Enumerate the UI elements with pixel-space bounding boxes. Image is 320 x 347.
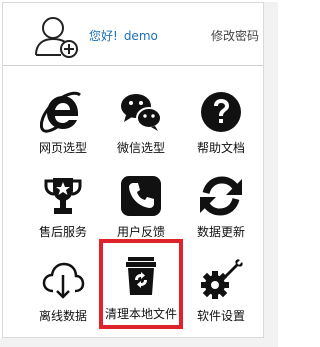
tile-help-docs[interactable]: 帮助文档 (179, 81, 263, 161)
tile-data-update[interactable]: 数据更新 (179, 165, 263, 245)
user-header: 您好! demo 修改密码 (3, 3, 263, 66)
menu-panel: 您好! demo 修改密码 网页选型 微信选型 帮助文档 售后服务 用户反馈 数… (2, 2, 264, 338)
tile-software-settings[interactable]: 软件设置 (179, 249, 263, 329)
tile-wechat-selection[interactable]: 微信选型 (99, 81, 183, 161)
user-add-icon[interactable] (31, 11, 81, 61)
cloud-download-icon (42, 262, 85, 299)
ie-icon (40, 91, 81, 133)
phone-icon (121, 176, 161, 216)
greeting-text: 您好! demo (89, 27, 164, 44)
tile-label: 软件设置 (196, 309, 245, 323)
tile-offline-data[interactable]: 离线数据 (21, 249, 105, 329)
greeting-label: 您好! (89, 29, 118, 43)
tile-label: 帮助文档 (196, 141, 245, 155)
tile-user-feedback[interactable]: 用户反馈 (99, 165, 183, 245)
tile-after-sales[interactable]: 售后服务 (21, 165, 105, 245)
tile-label: 用户反馈 (116, 225, 165, 239)
tile-label: 清理本地文件 (104, 307, 177, 321)
tile-label: 售后服务 (38, 225, 87, 239)
refresh-icon (200, 176, 242, 216)
window-shadow-bottom (0, 338, 278, 347)
change-password-link[interactable]: 修改密码 (211, 27, 259, 44)
tile-clean-local-files[interactable]: 清理本地文件 (99, 239, 183, 329)
tile-label: 微信选型 (116, 141, 165, 155)
tile-label: 数据更新 (196, 225, 245, 239)
username: demo (123, 29, 158, 43)
tile-web-selection[interactable]: 网页选型 (21, 81, 105, 161)
trophy-icon (44, 178, 82, 214)
tile-label: 网页选型 (38, 141, 87, 155)
settings-icon (201, 259, 243, 299)
tile-label: 离线数据 (38, 309, 87, 323)
window-shadow-right (264, 2, 278, 347)
help-icon (201, 92, 241, 132)
wechat-icon (121, 94, 162, 131)
trash-icon (126, 257, 156, 295)
